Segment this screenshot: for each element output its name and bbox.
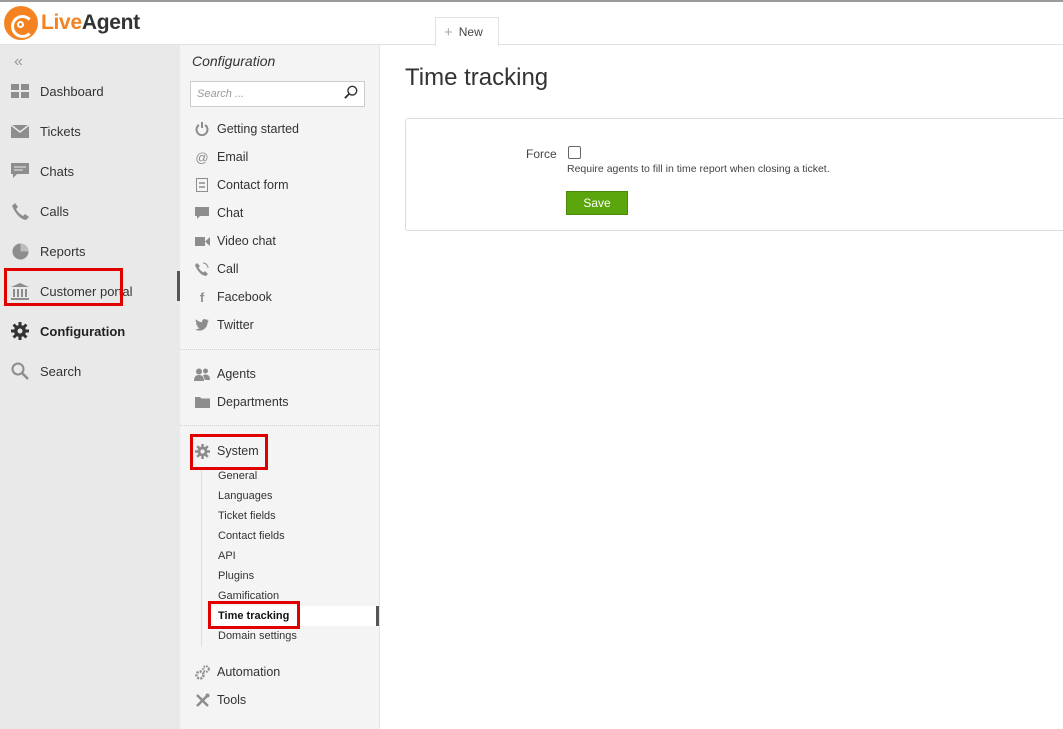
config-item-departments[interactable]: Departments (194, 391, 289, 413)
config-item-label: Tools (217, 693, 247, 707)
config-item-label: Facebook (217, 290, 272, 304)
facebook-icon: f (199, 289, 205, 305)
configuration-search-input[interactable]: Search ... (190, 81, 365, 107)
page-title: Time tracking (405, 64, 549, 91)
save-button[interactable]: Save (566, 191, 628, 215)
system-item-languages[interactable]: Languages (218, 488, 272, 504)
phone-icon (10, 201, 30, 221)
nav-item-chats[interactable]: Chats (0, 151, 180, 191)
logo-at-icon (4, 6, 38, 40)
system-item-general[interactable]: General (218, 468, 257, 484)
config-item-label: Email (217, 150, 249, 164)
config-item-label: Agents (217, 367, 256, 381)
config-item-video-chat[interactable]: Video chat (194, 230, 276, 252)
gears-icon (194, 664, 210, 680)
config-item-label: Getting started (217, 122, 299, 136)
config-item-facebook[interactable]: f Facebook (194, 286, 272, 308)
nav-item-search[interactable]: Search (0, 351, 180, 391)
highlight-box-configuration (4, 268, 123, 306)
tools-icon (194, 692, 210, 708)
search-icon (10, 361, 30, 381)
submenu-guide-line (201, 467, 202, 647)
highlight-box-time-tracking (208, 601, 300, 629)
nav-label: Tickets (40, 123, 81, 139)
config-item-label: Automation (217, 665, 281, 679)
nav-label: Chats (40, 163, 74, 179)
system-item-contact-fields[interactable]: Contact fields (218, 528, 285, 544)
at-icon: @ (195, 149, 209, 165)
main-navigation: « Dashboard Tickets Chats Calls Reports (0, 45, 180, 729)
time-tracking-settings-card: Force Require agents to fill in time rep… (405, 118, 1063, 231)
config-item-label: Chat (217, 206, 244, 220)
configuration-title: Configuration (192, 53, 276, 69)
nav-item-configuration[interactable]: Configuration (0, 311, 180, 351)
new-tab-label: New (458, 25, 483, 39)
liveagent-logo[interactable]: LiveAgent (4, 6, 140, 40)
config-item-label: Video chat (217, 234, 276, 248)
config-item-label: Call (217, 262, 239, 276)
nav-label: Calls (40, 203, 69, 219)
agents-icon (194, 366, 210, 382)
config-item-getting-started[interactable]: Getting started (194, 118, 299, 140)
system-item-plugins[interactable]: Plugins (218, 568, 254, 584)
current-item-indicator (376, 606, 379, 626)
logo-agent-text: Agent (81, 11, 140, 34)
gear-icon (10, 321, 30, 341)
force-checkbox[interactable] (568, 146, 581, 159)
highlight-box-system (190, 434, 268, 470)
top-bar: LiveAgent + New (0, 0, 1063, 46)
new-tab[interactable]: + New (435, 17, 499, 46)
video-camera-icon (194, 233, 210, 249)
nav-item-dashboard[interactable]: Dashboard (0, 71, 180, 111)
config-item-twitter[interactable]: Twitter (194, 314, 254, 336)
divider (180, 349, 379, 350)
config-item-tools[interactable]: Tools (194, 689, 246, 711)
folder-icon (194, 394, 210, 410)
system-item-api[interactable]: API (218, 548, 236, 564)
config-item-label: Departments (217, 395, 289, 409)
configuration-panel: Configuration Search ... Getting started… (180, 45, 380, 729)
dashboard-icon (10, 81, 30, 101)
system-item-ticket-fields[interactable]: Ticket fields (218, 508, 276, 524)
chat-bubble-icon (10, 161, 30, 181)
config-item-agents[interactable]: Agents (194, 363, 256, 385)
nav-item-tickets[interactable]: Tickets (0, 111, 180, 151)
divider (180, 425, 379, 426)
twitter-icon (194, 317, 210, 333)
power-icon (194, 121, 210, 137)
nav-label: Dashboard (40, 83, 104, 99)
force-label: Force (526, 147, 557, 161)
force-description: Require agents to fill in time report wh… (567, 163, 830, 175)
config-item-contact-form[interactable]: Contact form (194, 174, 289, 196)
system-item-domain-settings[interactable]: Domain settings (218, 628, 297, 644)
logo-text: LiveAgent (41, 11, 140, 35)
logo-live-text: Live (41, 11, 82, 34)
nav-label: Reports (40, 243, 86, 259)
config-item-chat[interactable]: Chat (194, 202, 243, 224)
search-icon[interactable] (344, 85, 358, 99)
config-item-label: Contact form (217, 178, 289, 192)
envelope-icon (10, 121, 30, 141)
nav-label: Configuration (40, 323, 126, 339)
pie-chart-icon (10, 241, 30, 261)
phone-ringing-icon (194, 261, 210, 277)
nav-item-reports[interactable]: Reports (0, 231, 180, 271)
collapse-sidebar-icon[interactable]: « (14, 53, 23, 71)
chat-bubble-icon (194, 205, 210, 221)
config-item-automation[interactable]: Automation (194, 661, 280, 683)
plus-icon: + (444, 23, 453, 41)
config-item-label: Twitter (217, 318, 254, 332)
config-item-call[interactable]: Call (194, 258, 239, 280)
search-placeholder: Search ... (197, 88, 245, 100)
form-icon (194, 177, 210, 193)
nav-item-calls[interactable]: Calls (0, 191, 180, 231)
nav-label: Search (40, 363, 82, 379)
config-item-email[interactable]: @ Email (194, 146, 248, 168)
